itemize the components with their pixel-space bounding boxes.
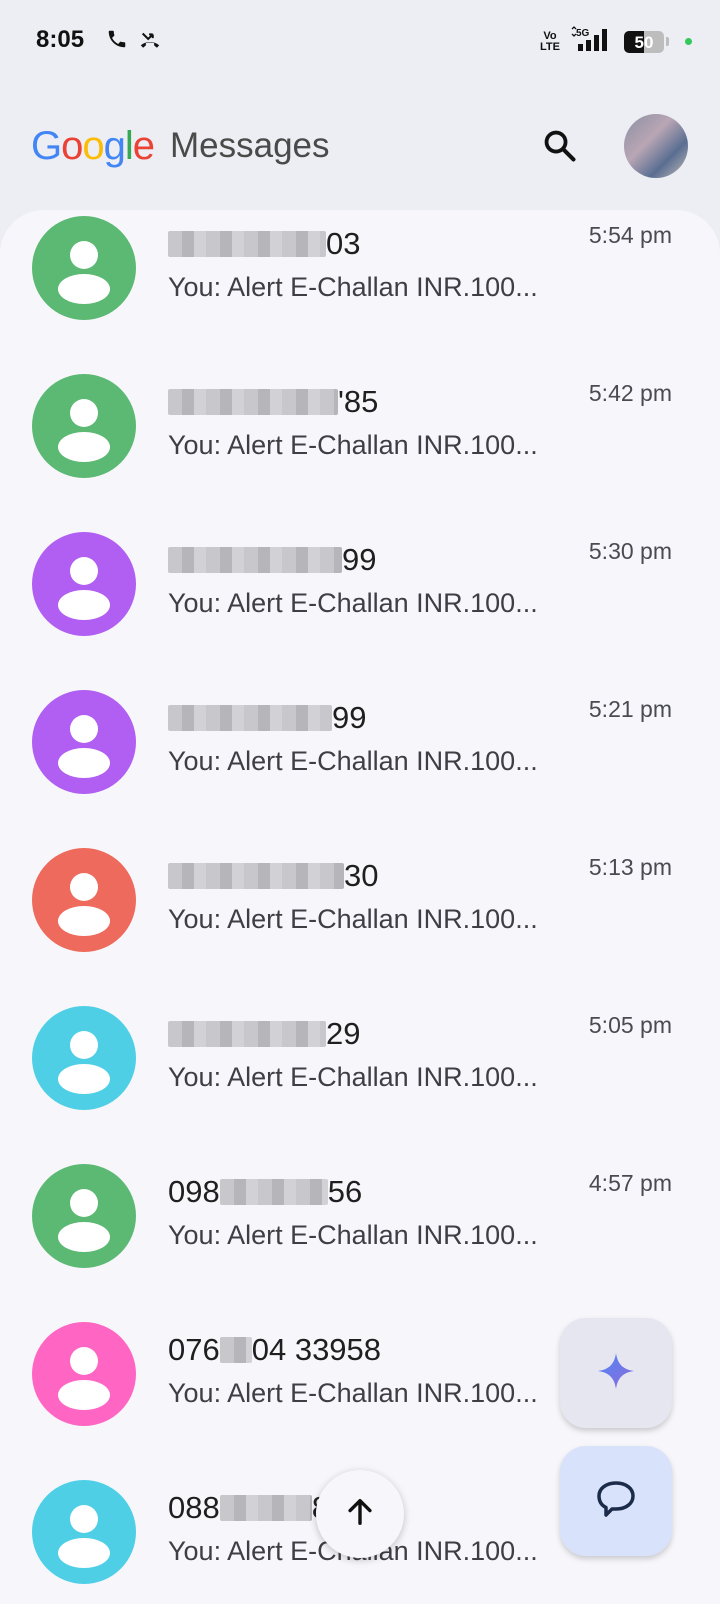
contact-name: 03 (168, 226, 360, 262)
person-icon (58, 1505, 110, 1568)
account-avatar[interactable] (624, 114, 688, 178)
message-preview: You: Alert E-Challan INR.100... (168, 272, 538, 302)
message-time: 5:30 pm (588, 538, 672, 564)
person-icon (58, 557, 110, 620)
contact-avatar (32, 216, 136, 320)
contact-avatar (32, 1164, 136, 1268)
sparkle-icon (596, 1351, 636, 1396)
message-preview: You: Alert E-Challan INR.100... (168, 1220, 538, 1250)
scroll-to-top-button[interactable] (316, 1470, 404, 1558)
message-time: 5:13 pm (588, 854, 672, 880)
contact-avatar (32, 690, 136, 794)
contact-name: 29 (168, 1016, 360, 1052)
chat-bubble-icon (594, 1477, 638, 1526)
contact-name: 99 (168, 542, 376, 578)
message-time: 4:57 pm (588, 1170, 672, 1196)
contact-name: 30 (168, 858, 378, 894)
person-icon (58, 399, 110, 462)
conversation-item[interactable]: 99 You: Alert E-Challan INR.100... 5:21 … (0, 684, 720, 844)
contact-avatar (32, 1006, 136, 1110)
message-preview: You: Alert E-Challan INR.100... (168, 588, 538, 618)
app-title: Messages (170, 126, 330, 165)
person-icon (58, 1189, 110, 1252)
google-logo: Google (31, 124, 155, 168)
missed-call-icon (138, 28, 162, 55)
app-bar: Google Messages (0, 100, 720, 200)
conversation-item[interactable]: 03 You: Alert E-Challan INR.100... 5:54 … (0, 210, 720, 370)
privacy-indicator (685, 38, 692, 45)
contact-avatar (32, 532, 136, 636)
person-icon (58, 241, 110, 304)
contact-avatar (32, 848, 136, 952)
message-preview: You: Alert E-Challan INR.100... (168, 1062, 538, 1092)
svg-text:5G: 5G (576, 28, 590, 39)
conversation-item[interactable]: 098 56 You: Alert E-Challan INR.100... 4:… (0, 1158, 720, 1318)
person-icon (58, 1347, 110, 1410)
message-preview: You: Alert E-Challan INR.100... (168, 430, 538, 460)
message-preview: You: Alert E-Challan INR.100... (168, 1378, 538, 1408)
volte-icon: Vo LTE (540, 29, 560, 53)
status-right-icons: Vo LTE 5G 50 (540, 26, 692, 57)
status-time: 8:05 (36, 26, 85, 53)
contact-avatar (32, 374, 136, 478)
person-icon (58, 715, 110, 778)
contact-name: 0888 (168, 1490, 329, 1526)
contact-name: '85 (168, 384, 378, 420)
contact-name: 99 (168, 700, 366, 736)
contact-name: 098 56 (168, 1174, 363, 1209)
gemini-button[interactable] (560, 1318, 672, 1428)
message-time: 5:21 pm (588, 696, 672, 722)
signal-5g-icon: 5G (570, 26, 614, 57)
message-preview: You: Alert E-Challan INR.100... (168, 746, 538, 776)
start-chat-button[interactable] (560, 1446, 672, 1556)
conversation-item[interactable]: 29 You: Alert E-Challan INR.100... 5:05 … (0, 1000, 720, 1160)
search-icon (541, 127, 579, 170)
contact-avatar (32, 1322, 136, 1426)
phone-icon (106, 28, 128, 55)
message-time: 5:54 pm (588, 222, 672, 248)
conversation-item[interactable]: '85 You: Alert E-Challan INR.100... 5:42… (0, 368, 720, 528)
message-preview: You: Alert E-Challan INR.100... (168, 904, 538, 934)
battery-icon: 50 (624, 30, 664, 53)
search-button[interactable] (536, 124, 584, 172)
message-time: 5:42 pm (588, 380, 672, 406)
message-time: 5:05 pm (588, 1012, 672, 1038)
person-icon (58, 873, 110, 936)
arrow-up-icon (343, 1495, 377, 1534)
status-bar: 8:05 Vo LTE 5G 50 (0, 0, 720, 84)
conversation-item[interactable]: 30 You: Alert E-Challan INR.100... 5:13 … (0, 842, 720, 1002)
status-left-icons (106, 28, 162, 55)
contact-name: 076 04 33958 (168, 1332, 382, 1367)
contact-avatar (32, 1480, 136, 1584)
conversation-item[interactable]: 99 You: Alert E-Challan INR.100... 5:30 … (0, 526, 720, 686)
person-icon (58, 1031, 110, 1094)
